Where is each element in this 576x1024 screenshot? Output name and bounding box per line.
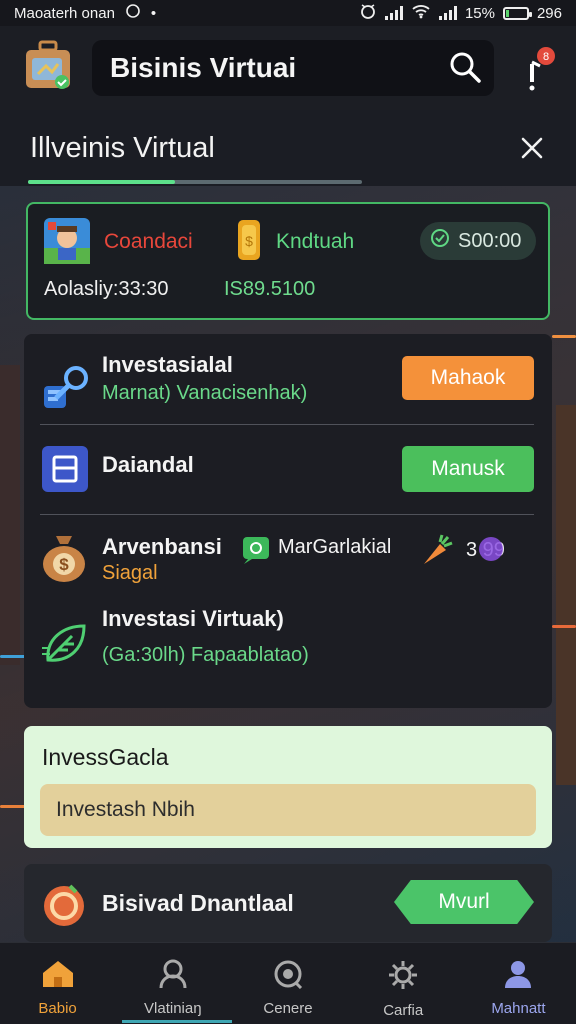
nav-profile[interactable]: Vlatiniaŋ — [115, 943, 230, 1024]
person-icon — [158, 959, 188, 994]
business-card: Bisivad Dnantlaal Mvurl — [24, 864, 552, 942]
search-icon[interactable] — [448, 50, 482, 84]
gold-coin-icon: $ — [234, 218, 264, 264]
promo-input[interactable]: Investash Nbih — [40, 784, 536, 836]
row1-subtitle: Marnat) Vanacisenhak) — [102, 382, 308, 404]
chat-icon — [242, 536, 270, 569]
alarm-icon — [359, 2, 377, 24]
nav-account-label: Mahnatt — [491, 1000, 546, 1017]
investment-list-card: Investasialal Marnat) Vanacisenhak) Maha… — [24, 334, 552, 708]
nav-home[interactable]: Babio — [0, 943, 115, 1024]
nav-camera[interactable]: Cenere — [230, 943, 345, 1024]
row1-button[interactable]: Mahaok — [402, 356, 534, 400]
whatsapp-icon — [125, 3, 141, 23]
business-title: Bisivad Dnantlaal — [102, 890, 294, 916]
dot-icon: • — [150, 4, 157, 22]
row3-title: Arvenbansi — [102, 534, 222, 559]
balance-pill[interactable]: S00:00 — [420, 222, 536, 260]
close-icon[interactable] — [520, 136, 544, 165]
signal-icon — [384, 6, 403, 20]
row3-subtitle: Siagal — [102, 562, 158, 584]
gem-icon — [478, 536, 504, 567]
gear-icon — [387, 959, 419, 996]
bottom-navigation: Babio Vlatiniaŋ Cenere Carfia Mahnatt — [0, 942, 576, 1024]
row4-subtitle: (Ga:30lh) Fapaablatao) — [102, 644, 309, 666]
wifi-icon — [411, 3, 431, 23]
promo-input-text: Investash Nbih — [56, 798, 195, 821]
notification-icon[interactable]: 8 — [522, 42, 562, 94]
clock-check-icon — [430, 228, 450, 254]
summary-green-label: Kndtuah — [276, 230, 355, 253]
promo-card: InvessGacla Investash Nbih — [24, 726, 552, 848]
divider — [40, 424, 534, 425]
tab-progress-fill — [28, 180, 175, 184]
row2-button[interactable]: Manusk — [402, 446, 534, 492]
carrot-icon — [420, 534, 454, 573]
promo-heading: InvessGacla — [42, 744, 169, 770]
tab-header: Illveinis Virtual — [0, 110, 576, 186]
clock: 296 — [536, 4, 562, 22]
signal-icon-2 — [438, 6, 457, 20]
briefcase-app-icon[interactable] — [24, 40, 72, 92]
game-avatar-icon — [44, 218, 90, 264]
summary-info-value: IS89.5100 — [224, 278, 316, 300]
svg-text:8: 8 — [543, 51, 549, 63]
nav-settings-label: Carfia — [383, 1002, 424, 1019]
row3-badge-label: MarGarlakial — [278, 536, 392, 558]
summary-red-label: Coandaci — [104, 230, 193, 253]
battery-icon — [502, 6, 532, 20]
search-bar[interactable]: Bisinis Virtuai — [92, 40, 494, 96]
battery-percent: 15% — [464, 4, 495, 22]
page-title: Bisinis Virtuai — [110, 52, 297, 83]
status-bar: Maoaterh onan • 15% 296 — [0, 0, 576, 26]
key-icon — [42, 364, 90, 412]
money-bag-icon: $ — [40, 532, 88, 582]
nav-home-label: Babio — [38, 1000, 77, 1017]
top-app-bar: Bisinis Virtuai 8 — [0, 26, 576, 110]
refresh-coin-icon — [40, 880, 88, 933]
business-button[interactable]: Mvurl — [394, 880, 534, 924]
svg-text:$: $ — [245, 233, 253, 249]
nav-active-indicator — [122, 1020, 232, 1023]
divider — [40, 514, 534, 515]
nav-settings[interactable]: Carfia — [346, 943, 461, 1024]
user-icon — [503, 959, 533, 994]
leaf-icon — [40, 618, 88, 666]
status-app-name: Maoaterh onan — [14, 4, 115, 22]
row2-title: Daiandal — [102, 452, 194, 477]
camera-icon — [272, 959, 304, 994]
summary-info-label: Aolasliy:33:30 — [44, 278, 169, 300]
nav-camera-label: Cenere — [263, 1000, 313, 1017]
row4-title: Investasi Virtuak) — [102, 606, 284, 631]
row1-title: Investasialal — [102, 352, 233, 377]
nav-profile-label: Vlatiniaŋ — [144, 1000, 202, 1017]
nav-account[interactable]: Mahnatt — [461, 943, 576, 1024]
document-icon — [42, 446, 90, 494]
tab-virtual[interactable]: Illveinis Virtual — [30, 132, 215, 165]
svg-text:$: $ — [59, 555, 69, 574]
summary-card: Coandaci $ Kndtuah S00:00 Aolasliy:33:30… — [26, 202, 550, 320]
balance-pill-value: S00:00 — [458, 229, 522, 252]
home-icon — [41, 959, 75, 994]
